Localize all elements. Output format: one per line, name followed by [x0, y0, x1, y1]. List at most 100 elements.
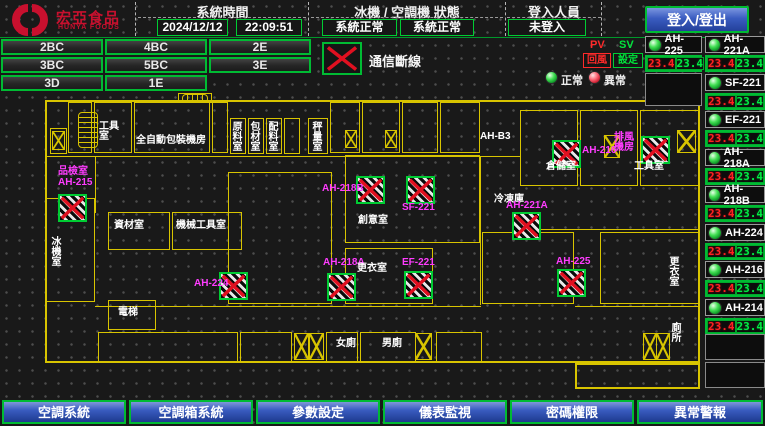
unit-led-icon [708, 38, 721, 52]
unit-values-SF-221: 23.423.4 [705, 93, 765, 110]
header-divider [308, 2, 309, 36]
plan-label: 原料室 [231, 121, 240, 151]
abnormal-led-icon [588, 71, 601, 84]
plan-label: AH-218B [322, 184, 364, 194]
header-underline [311, 17, 503, 18]
plan-label: EF-221 [402, 258, 435, 268]
plan-label: AH-225 [556, 257, 590, 267]
unit-row-AH-216[interactable]: AH-216 [705, 261, 765, 278]
plan-label: 電梯 [118, 308, 138, 318]
unit-row-AH-218B[interactable]: AH-218B [705, 186, 765, 203]
unit-led-icon [708, 76, 722, 90]
plan-room [436, 332, 482, 362]
plan-wall [45, 156, 521, 157]
ahu-comm-fail-icon[interactable] [327, 273, 356, 301]
plan-room [284, 118, 300, 154]
ahu-comm-fail-icon[interactable] [404, 271, 433, 299]
unit-row-AH-224[interactable]: AH-224 [705, 224, 765, 241]
unit-pv-value: 23.4 [707, 282, 736, 295]
floor-button-3BC[interactable]: 3BC [1, 57, 103, 73]
plan-room [98, 332, 238, 362]
plan-label: 更衣室 [668, 256, 677, 286]
unit-row-AH-214[interactable]: AH-214 [705, 299, 765, 316]
unit-values-AH-225: 23.423.4 [645, 55, 702, 72]
plan-label: 秤量室 [311, 121, 320, 151]
brand-name-en: HUNYA FOODS [58, 24, 120, 31]
unit-name-label: AH-214 [725, 302, 763, 314]
header-divider [601, 2, 602, 36]
plan-wall [95, 306, 481, 307]
floor-button-4BC[interactable]: 4BC [105, 39, 207, 55]
plan-label: 倉儲室 [546, 162, 576, 172]
ahu-comm-fail-icon[interactable] [58, 194, 87, 222]
ahu-comm-fail-icon[interactable] [641, 136, 670, 164]
unit-pv-value: 23.4 [707, 207, 736, 220]
plan-label: 品檢室 [58, 167, 88, 177]
login-logout-button[interactable]: 登入/登出 [645, 6, 749, 33]
plan-label: 工具室 [634, 162, 664, 172]
unit-name-label: AH-224 [725, 227, 763, 239]
plan-label: AH-221A [506, 201, 548, 211]
floor-button-3D[interactable]: 3D [1, 75, 103, 91]
unit-pv-value: 23.4 [707, 245, 736, 258]
nav-button-6[interactable]: 異常警報 [637, 400, 763, 424]
ahu-comm-fail-icon[interactable] [406, 176, 435, 204]
floor-button-3E[interactable]: 3E [209, 57, 311, 73]
plan-label: 配料室 [267, 121, 276, 151]
floor-button-2E[interactable]: 2E [209, 39, 311, 55]
unit-led-icon [648, 38, 662, 52]
unit-name-label: EF-221 [725, 114, 761, 126]
unit-led-icon [708, 151, 721, 165]
unit-row-AH-221A[interactable]: AH-221A [705, 36, 765, 53]
unit-name-label: AH-221A [724, 33, 764, 57]
nav-button-2[interactable]: 空調箱系統 [129, 400, 253, 424]
floor-button-1E[interactable]: 1E [105, 75, 207, 91]
login-user-value: 未登入 [508, 19, 586, 36]
header-divider [135, 2, 136, 36]
unit-led-icon [708, 301, 722, 315]
comm-fail-label: 通信斷線 [369, 51, 421, 70]
unit-row-AH-225[interactable]: AH-225 [645, 36, 702, 53]
plan-label: 廁所 [670, 322, 679, 342]
hmi-screen: 宏亞食品 HUNYA FOODS 系統時間 2024/12/12 22:09:5… [0, 0, 765, 426]
shaft-icon [309, 333, 324, 360]
plan-room [240, 332, 292, 362]
stairs-icon [182, 94, 208, 103]
nav-button-5[interactable]: 密碼權限 [510, 400, 634, 424]
plan-label: SF-221 [402, 203, 435, 213]
ahu-comm-fail-icon[interactable] [512, 212, 541, 240]
unit-sv-value: 23.4 [736, 245, 765, 258]
plan-label: 機械工具室 [176, 221, 226, 231]
nav-button-4[interactable]: 儀表監視 [383, 400, 507, 424]
plan-wall [520, 229, 700, 230]
nav-button-3[interactable]: 參數設定 [256, 400, 380, 424]
return-air-tag: 回風 [583, 53, 611, 68]
unit-values-AH-216: 23.423.4 [705, 280, 765, 297]
header-underline [507, 17, 601, 18]
shaft-icon [643, 333, 657, 360]
unit-row-EF-221[interactable]: EF-221 [705, 111, 765, 128]
unit-values-AH-214: 23.423.4 [705, 318, 765, 335]
empty-slot [705, 334, 765, 360]
unit-led-icon [708, 226, 722, 240]
floor-button-2BC[interactable]: 2BC [1, 39, 103, 55]
plan-room [108, 212, 170, 250]
plan-wall [480, 156, 481, 305]
ahu-comm-fail-icon[interactable] [557, 269, 586, 297]
unit-name-label: AH-218B [724, 183, 764, 207]
ahu-status-value: 系統正常 [400, 19, 474, 36]
unit-name-label: AH-218A [724, 146, 764, 170]
unit-row-SF-221[interactable]: SF-221 [705, 74, 765, 91]
normal-led-icon [545, 71, 558, 84]
plan-room [440, 102, 480, 153]
unit-values-AH-224: 23.423.4 [705, 243, 765, 260]
header-bar: 宏亞食品 HUNYA FOODS 系統時間 2024/12/12 22:09:5… [0, 0, 765, 38]
floor-button-5BC[interactable]: 5BC [105, 57, 207, 73]
unit-sv-value: 23.4 [736, 170, 765, 183]
unit-pv-value: 23.4 [707, 320, 736, 333]
nav-button-1[interactable]: 空調系統 [2, 400, 126, 424]
plan-label: AH-216 [582, 146, 616, 156]
unit-led-icon [708, 113, 722, 127]
plan-label: 創意室 [358, 216, 388, 226]
unit-row-AH-218A[interactable]: AH-218A [705, 149, 765, 166]
